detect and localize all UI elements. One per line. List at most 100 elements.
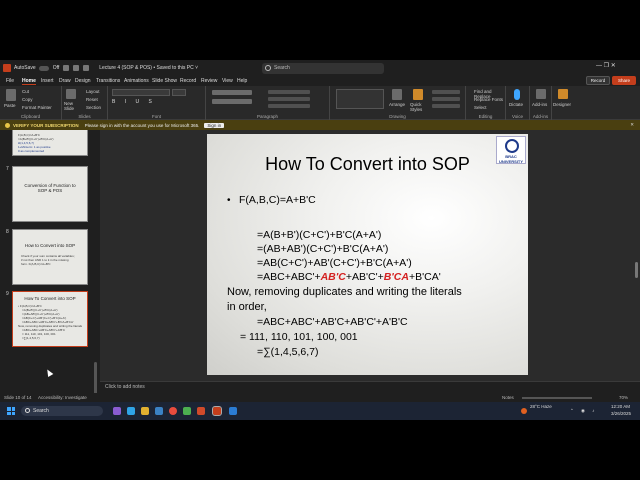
thumbnail-scrollbar[interactable] (94, 362, 97, 393)
record-button[interactable]: Record (586, 76, 610, 85)
quick-styles-icon[interactable] (413, 89, 423, 100)
redo-icon[interactable] (83, 65, 90, 71)
section-button[interactable]: Section (86, 105, 101, 110)
powerpoint-taskbar-icon[interactable] (212, 406, 222, 416)
slide-line-in-order: in order, (227, 301, 267, 313)
slide-title[interactable]: How To Convert into SOP (207, 154, 528, 175)
tab-file[interactable]: File (6, 78, 14, 84)
accessibility-status[interactable]: Accessibility: Investigate (38, 395, 87, 400)
text-direction-button[interactable] (268, 90, 310, 94)
slide-number-7: 7 (6, 166, 9, 172)
designer-icon[interactable] (558, 89, 568, 99)
taskbar-app-icon[interactable] (229, 407, 237, 415)
format-painter-button[interactable]: Format Painter (22, 105, 52, 110)
group-font: B I U S Font (108, 86, 206, 120)
arrange-label: Arrange (389, 102, 406, 107)
tab-animations[interactable]: Animations (124, 78, 149, 84)
taskbar-app-icon[interactable] (155, 407, 163, 415)
slide-thumbnail-6[interactable]: F(A,B,C)=A+B'C =A(B+B')(C+C')+B'C(A+A') … (12, 130, 88, 156)
taskbar-app-icon[interactable] (127, 407, 135, 415)
taskbar-app-icon[interactable] (113, 407, 121, 415)
shape-fill-button[interactable] (432, 90, 460, 94)
notification-message: Please sign in with the account you use … (84, 122, 200, 128)
layout-button[interactable]: Layout (86, 89, 100, 94)
slide-thumbnails-pane: F(A,B,C)=A+B'C =A(B+B')(C+C')+B'C(A+A') … (0, 130, 100, 393)
current-slide[interactable]: How To Convert into SOP BRAC UNIVERSITY … (207, 134, 528, 375)
chrome-icon[interactable] (169, 407, 177, 415)
taskbar-search-placeholder: Search (33, 408, 49, 414)
document-title[interactable]: Lecture 4 (SOP & POS) • Saved to this PC… (99, 65, 198, 71)
tab-transitions[interactable]: Transitions (96, 78, 120, 84)
slide-line-step1: =A(B+B')(C+C')+B'C(A+A') (257, 229, 382, 241)
copy-button[interactable]: Copy (22, 97, 33, 102)
share-button[interactable]: Share (612, 76, 636, 85)
editor-scrollbar[interactable] (635, 262, 638, 278)
shapes-gallery[interactable] (336, 89, 384, 109)
group-label-drawing: Drawing (389, 114, 406, 119)
window-controls[interactable]: — ❐ ✕ (596, 62, 616, 69)
view-buttons[interactable] (522, 397, 592, 399)
taskbar-app-icon[interactable] (183, 407, 191, 415)
zoom-level[interactable]: 70% (619, 395, 628, 400)
undo-icon[interactable] (73, 65, 80, 71)
windows-start-icon[interactable] (7, 407, 15, 415)
reset-button[interactable]: Reset (86, 97, 98, 102)
group-paragraph: Paragraph (206, 86, 330, 120)
taskbar-app-icon[interactable] (197, 407, 205, 415)
align-text-button[interactable] (268, 97, 310, 101)
notes-pane[interactable]: Click to add notes (100, 381, 640, 393)
university-logo: BRAC UNIVERSITY (496, 136, 526, 164)
select-button[interactable]: Select (474, 105, 487, 110)
new-slide-label: New Slide (64, 101, 75, 111)
font-format-buttons[interactable]: B I U S (112, 99, 202, 106)
bullet-icon: • (227, 195, 231, 206)
shape-effects-button[interactable] (432, 104, 460, 108)
thumb-line: form. F(A,B,C)=A+B'C (21, 262, 51, 266)
designer-label: Designer (553, 102, 572, 107)
step4-highlight: B'CA (383, 271, 409, 283)
replace-fonts-button[interactable]: Replace Fonts (474, 97, 503, 102)
search-input[interactable]: Search (262, 63, 384, 74)
folder-icon[interactable] (141, 407, 149, 415)
group-label-font: Font (151, 114, 161, 119)
list-buttons[interactable] (212, 90, 252, 95)
slide-thumbnail-7[interactable]: Conversion of Function to SOP & POS (12, 166, 88, 222)
smartart-button[interactable] (268, 104, 310, 108)
font-family-select[interactable] (112, 89, 170, 96)
clock-time[interactable]: 12:20 AM (611, 404, 630, 409)
tab-record[interactable]: Record (180, 78, 196, 84)
slide-thumbnail-9[interactable]: How To Convert into SOP • F(A,B,C)=A+B'C… (12, 291, 88, 347)
tab-review[interactable]: Review (201, 78, 217, 84)
group-label-voice: Voice (511, 114, 523, 119)
tab-insert[interactable]: Insert (41, 78, 54, 84)
notes-toggle[interactable]: Notes (502, 395, 514, 400)
font-size-select[interactable] (172, 89, 186, 96)
save-icon[interactable] (63, 65, 70, 71)
autosave-toggle[interactable] (38, 65, 49, 71)
taskbar-search-input[interactable]: Search (21, 406, 103, 416)
microphone-icon[interactable] (514, 89, 520, 100)
align-buttons[interactable] (212, 99, 252, 104)
clock-date[interactable]: 3/26/2025 (611, 411, 631, 416)
cut-button[interactable]: Cut (22, 89, 29, 94)
sign-in-button[interactable]: Sign in (204, 122, 225, 128)
tab-view[interactable]: View (222, 78, 233, 84)
arrange-icon[interactable] (392, 89, 402, 100)
close-icon[interactable]: ✕ (630, 122, 634, 128)
tab-slide-show[interactable]: Slide Show (152, 78, 177, 84)
new-slide-icon[interactable] (66, 89, 76, 99)
system-tray-icons[interactable]: ⌃ ◉ ♪ (570, 408, 597, 414)
warning-icon (5, 122, 10, 128)
tab-help[interactable]: Help (237, 78, 247, 84)
tab-home[interactable]: Home (22, 78, 36, 85)
shape-outline-button[interactable] (432, 97, 460, 101)
notification-label: VERIFY YOUR SUBSCRIPTION (13, 122, 79, 128)
tab-design[interactable]: Design (75, 78, 91, 84)
slide-number-9: 9 (6, 291, 9, 297)
paste-icon[interactable] (6, 89, 16, 101)
addins-icon[interactable] (536, 89, 546, 99)
tab-draw[interactable]: Draw (59, 78, 71, 84)
group-clipboard: Paste Cut Copy Format Painter Clipboard (0, 86, 62, 120)
slide-thumbnail-8[interactable]: How to Convert into SOP Check if your su… (12, 229, 88, 285)
weather-text[interactable]: 28°C Haze (530, 404, 552, 410)
